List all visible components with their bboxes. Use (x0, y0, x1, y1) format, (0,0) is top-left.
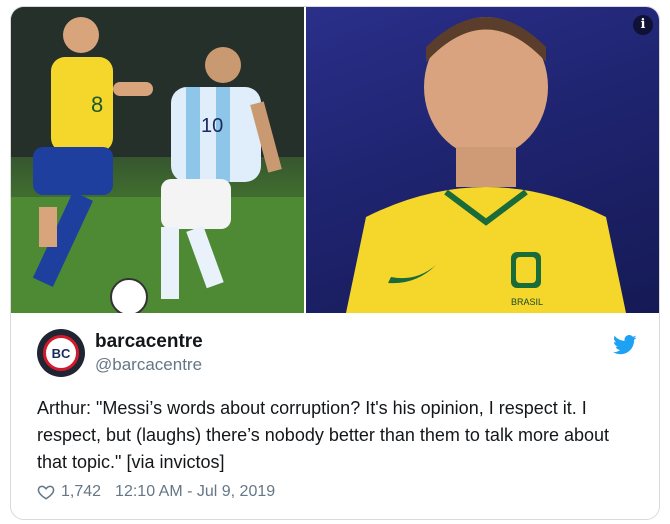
portrait-photo[interactable]: BRASIL i (306, 7, 659, 313)
match-photo[interactable]: 8 10 (11, 7, 304, 313)
heart-icon[interactable] (37, 483, 55, 501)
like-count[interactable]: 1,742 (61, 483, 101, 501)
timestamp[interactable]: 12:10 AM - Jul 9, 2019 (115, 483, 275, 501)
display-name[interactable]: barcacentre (95, 331, 203, 353)
portrait-photo-illustration: BRASIL (346, 17, 626, 313)
twitter-bird-icon[interactable] (613, 335, 637, 355)
jersey-number-left: 8 (91, 92, 103, 117)
tweet-card[interactable]: 8 10 BRASIL i BC barcacentre @barcacentr… (10, 6, 660, 520)
tweet-header: BC barcacentre @barcacentre (37, 329, 637, 389)
user-handle[interactable]: @barcacentre (95, 355, 202, 375)
match-photo-illustration: 8 10 (11, 7, 304, 313)
avatar[interactable]: BC (37, 329, 85, 377)
jersey-number-center: 10 (201, 115, 223, 137)
tweet-media[interactable]: 8 10 BRASIL i (11, 7, 659, 313)
avatar-logo: BC (43, 335, 79, 371)
tweet-text: Arthur: "Messi’s words about corruption?… (37, 398, 610, 472)
tweet-footer: 1,742 12:10 AM - Jul 9, 2019 (37, 483, 275, 501)
shirt-crest-text: BRASIL (511, 297, 543, 307)
info-icon[interactable]: i (633, 15, 653, 35)
